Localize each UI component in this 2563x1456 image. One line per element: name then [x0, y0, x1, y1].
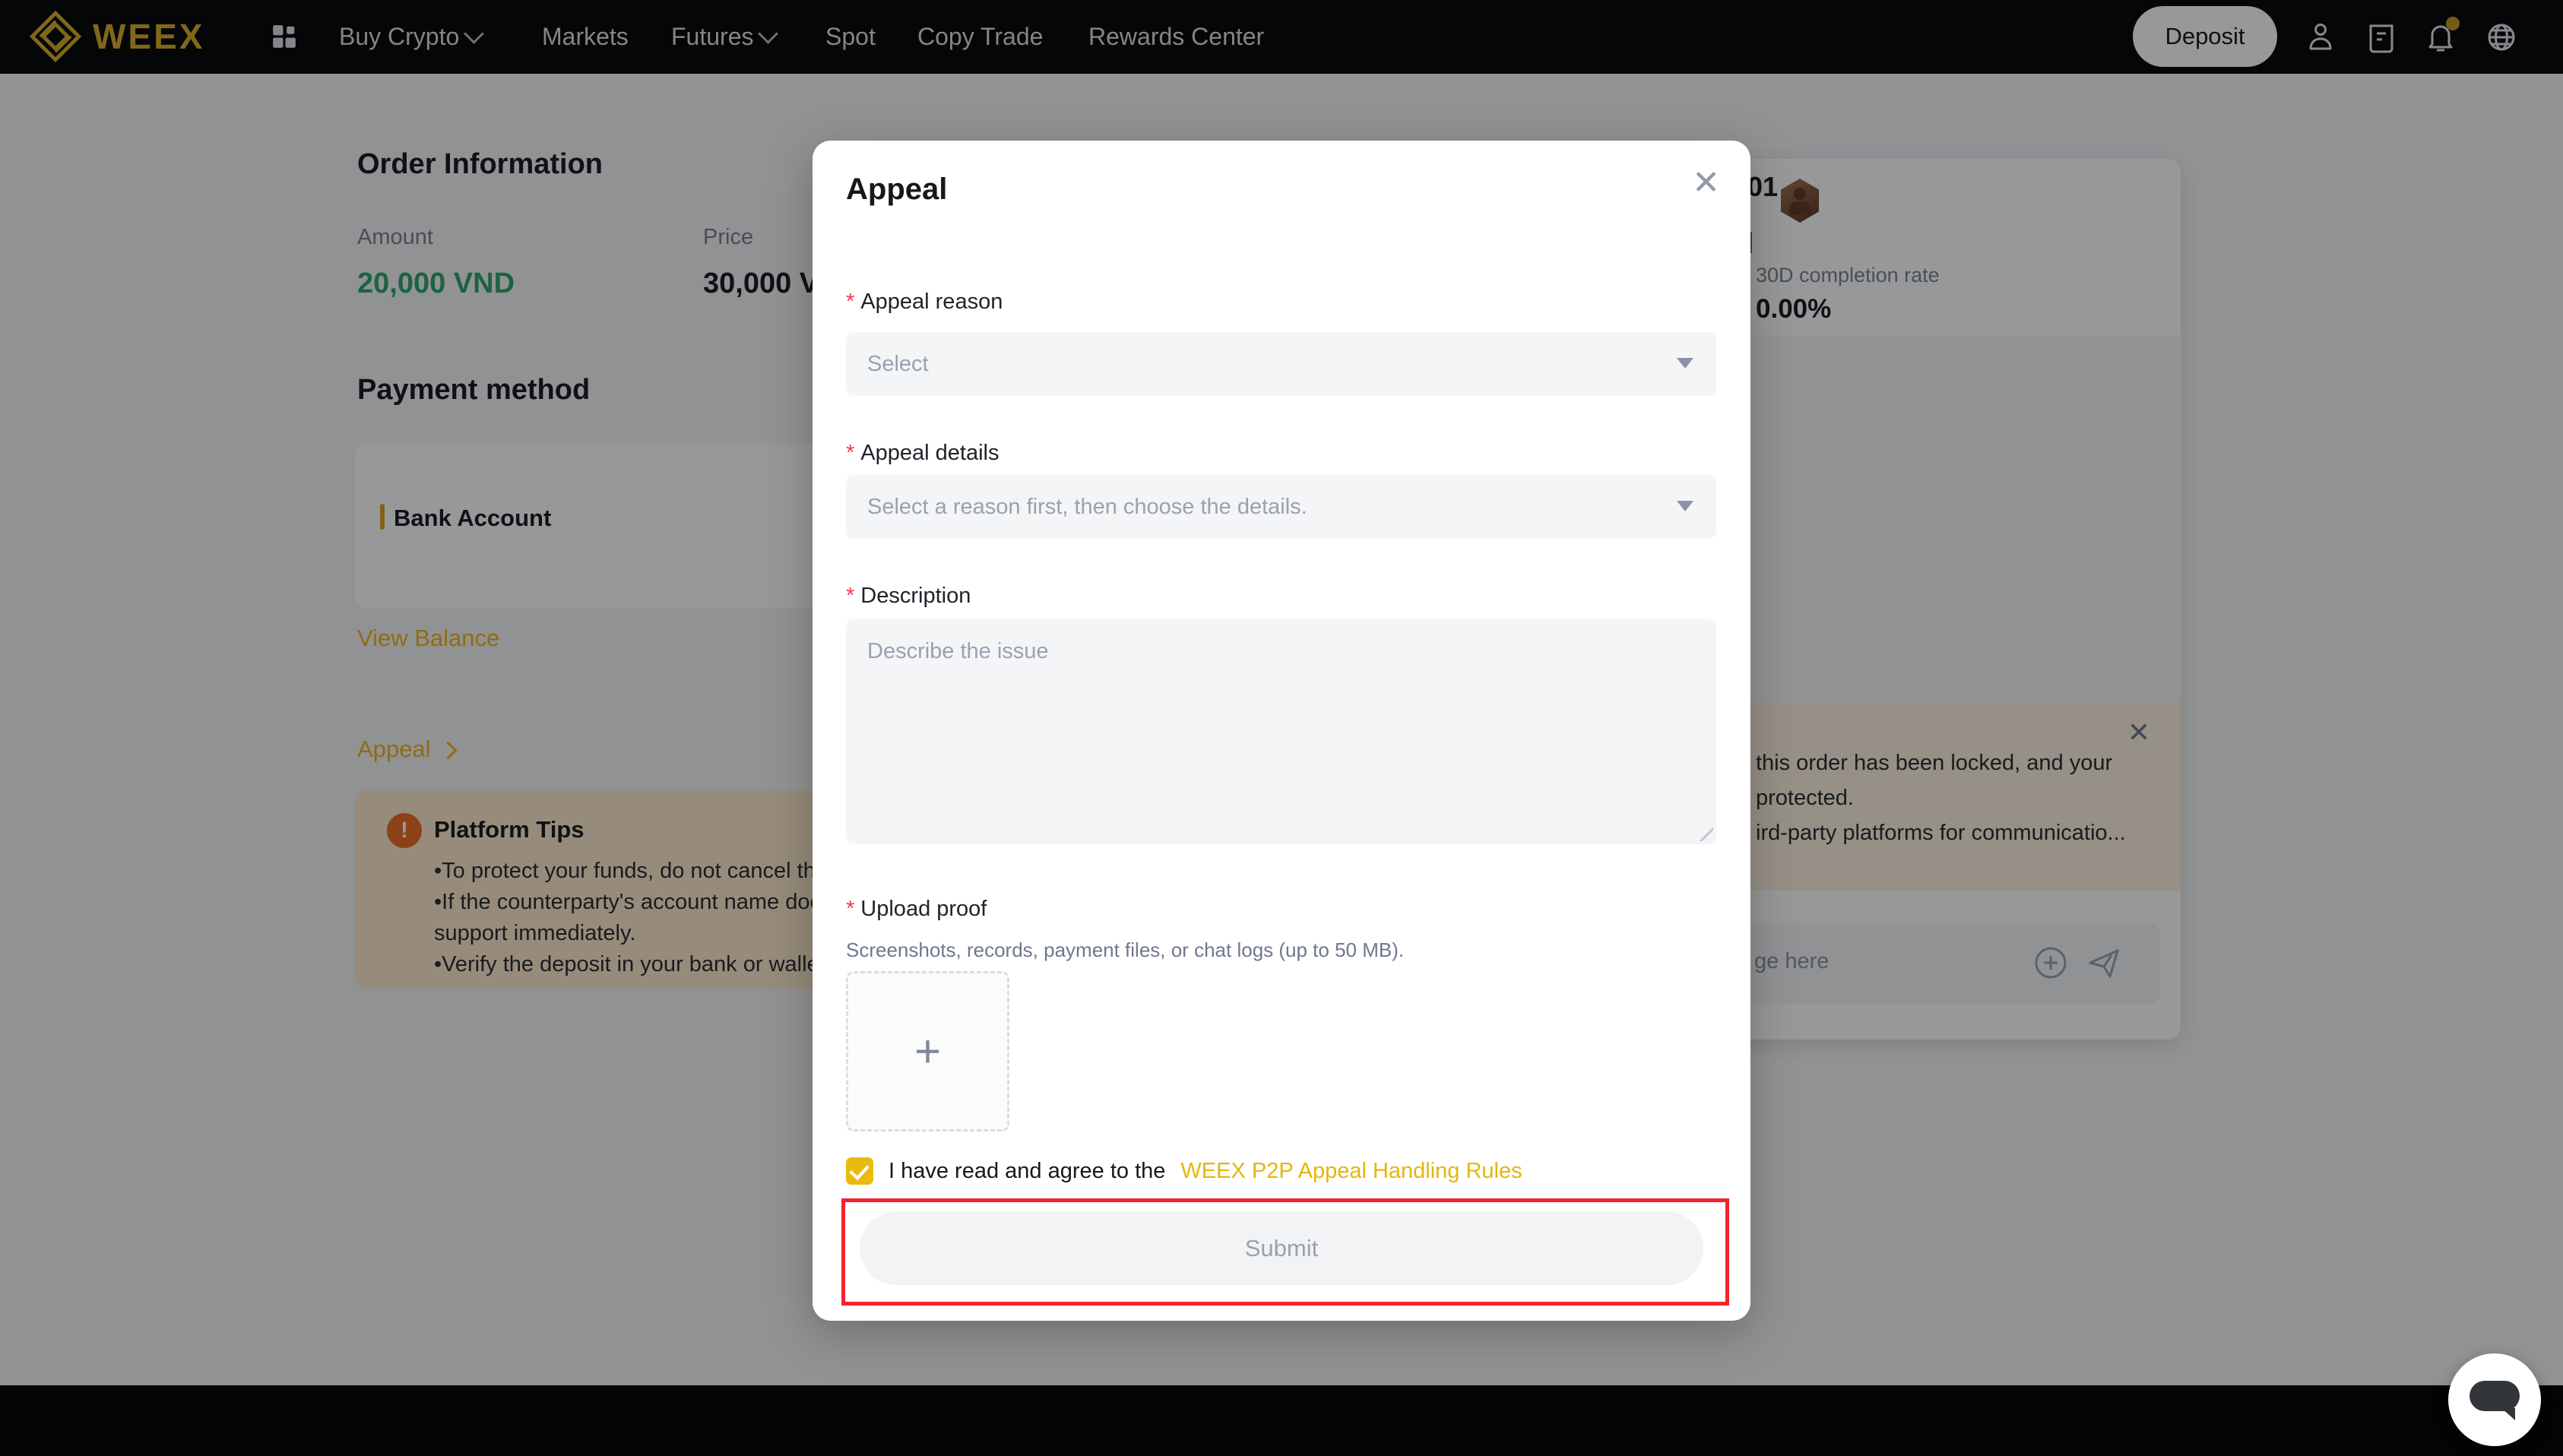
appeal-rules-link[interactable]: WEEX P2P Appeal Handling Rules [1180, 1159, 1522, 1184]
appeal-reason-label: *Appeal reason [846, 290, 1003, 315]
annotation-highlight [841, 1198, 1729, 1306]
upload-hint: Screenshots, records, payment files, or … [846, 938, 1404, 962]
upload-proof-dropzone[interactable]: + [846, 971, 1009, 1132]
required-asterisk: * [846, 897, 854, 921]
support-chat-button[interactable] [2448, 1353, 2541, 1446]
chevron-down-icon [1677, 501, 1693, 511]
chat-bubble-icon [2470, 1381, 2520, 1411]
close-modal-icon[interactable]: ✕ [1692, 166, 1720, 200]
description-label: *Description [846, 584, 971, 609]
required-asterisk: * [846, 290, 854, 314]
resize-handle[interactable] [1697, 825, 1713, 841]
modal-title: Appeal [846, 173, 947, 207]
agree-text: I have read and agree to the [889, 1159, 1165, 1184]
required-asterisk: * [846, 441, 854, 465]
required-asterisk: * [846, 584, 854, 608]
agree-row: I have read and agree to the WEEX P2P Ap… [846, 1157, 1522, 1185]
appeal-reason-select[interactable]: Select [846, 332, 1716, 396]
agree-checkbox[interactable] [846, 1157, 873, 1185]
upload-proof-label: *Upload proof [846, 897, 987, 922]
add-file-plus-icon: + [848, 973, 1007, 1129]
description-placeholder: Describe the issue [867, 639, 1049, 664]
appeal-reason-placeholder: Select [867, 352, 929, 377]
appeal-modal: Appeal ✕ *Appeal reason Select *Appeal d… [813, 141, 1750, 1321]
appeal-details-placeholder: Select a reason first, then choose the d… [867, 495, 1307, 520]
appeal-details-label: *Appeal details [846, 441, 999, 466]
chevron-down-icon [1677, 358, 1693, 369]
description-textarea[interactable]: Describe the issue [846, 619, 1716, 844]
appeal-details-select[interactable]: Select a reason first, then choose the d… [846, 475, 1716, 539]
